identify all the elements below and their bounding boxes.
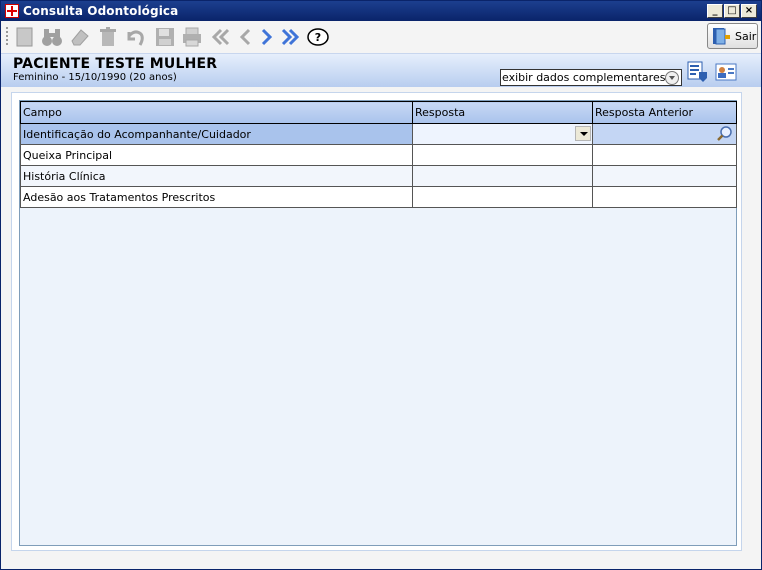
table-row[interactable]: Adesão aos Tratamentos Prescritos: [20, 186, 737, 208]
eraser-icon[interactable]: [69, 26, 91, 48]
user-card-icon[interactable]: [715, 61, 737, 83]
cell-campo[interactable]: Queixa Principal: [20, 144, 413, 166]
svg-text:?: ?: [315, 31, 321, 44]
toolbar-grip[interactable]: [6, 27, 9, 45]
exit-button[interactable]: Sair: [707, 23, 758, 49]
header-row: Campo Resposta Resposta Anterior: [20, 101, 737, 124]
maximize-button[interactable]: □: [724, 4, 740, 18]
chevron-down-icon[interactable]: [665, 71, 679, 85]
complement-data-value: exibir dados complementares...: [502, 71, 676, 84]
document-shield-icon[interactable]: [685, 60, 709, 84]
table-row[interactable]: Identificação do Acompanhante/Cuidador: [20, 123, 737, 145]
new-icon[interactable]: [14, 26, 36, 48]
cell-resposta[interactable]: [412, 165, 593, 187]
print-icon[interactable]: [181, 26, 203, 48]
undo-icon[interactable]: [124, 26, 146, 48]
exit-button-label: Sair: [735, 30, 757, 43]
help-icon[interactable]: ?: [307, 26, 329, 48]
complement-data-select[interactable]: exibir dados complementares...: [500, 69, 682, 86]
cell-resposta[interactable]: [412, 144, 593, 166]
patient-info: Feminino - 15/10/1990 (20 anos): [13, 72, 177, 83]
column-header-resposta-anterior[interactable]: Resposta Anterior: [592, 101, 737, 124]
cell-resposta-anterior[interactable]: [592, 144, 737, 166]
exit-door-icon: [711, 26, 731, 46]
cell-campo[interactable]: Adesão aos Tratamentos Prescritos: [20, 186, 413, 208]
cell-resposta-anterior[interactable]: [592, 165, 737, 187]
patient-header: PACIENTE TESTE MULHER Feminino - 15/10/1…: [1, 53, 761, 87]
cell-resposta[interactable]: [412, 123, 593, 145]
questionnaire-table: Campo Resposta Resposta Anterior Identif…: [20, 101, 737, 208]
next-icon[interactable]: [256, 26, 278, 48]
cell-resposta-anterior[interactable]: [592, 123, 737, 145]
title-bar[interactable]: Consulta Odontológica _ □ ×: [1, 1, 761, 21]
column-header-resposta[interactable]: Resposta: [412, 101, 593, 124]
window-title: Consulta Odontológica: [23, 4, 179, 18]
table-row[interactable]: Queixa Principal: [20, 144, 737, 166]
cell-campo[interactable]: Identificação do Acompanhante/Cuidador: [20, 123, 413, 145]
table-row[interactable]: História Clínica: [20, 165, 737, 187]
cell-resposta[interactable]: [412, 186, 593, 208]
patient-name: PACIENTE TESTE MULHER: [13, 56, 218, 72]
save-icon[interactable]: [154, 26, 176, 48]
magnifier-icon[interactable]: [716, 125, 734, 143]
content-panel: Campo Resposta Resposta Anterior Identif…: [11, 92, 742, 551]
app-cross-icon: [5, 4, 19, 18]
search-binoculars-icon[interactable]: [41, 26, 63, 48]
first-icon[interactable]: [210, 26, 232, 48]
close-button[interactable]: ×: [741, 4, 757, 18]
column-header-campo[interactable]: Campo: [20, 101, 413, 124]
minimize-button[interactable]: _: [707, 4, 723, 18]
questionnaire-grid: Campo Resposta Resposta Anterior Identif…: [19, 100, 737, 546]
trash-icon[interactable]: [97, 26, 119, 48]
app-window: Consulta Odontológica _ □ × ? Sair PACIE…: [0, 0, 762, 570]
cell-campo[interactable]: História Clínica: [20, 165, 413, 187]
cell-resposta-anterior[interactable]: [592, 186, 737, 208]
toolbar: ?: [1, 21, 761, 53]
previous-icon[interactable]: [235, 26, 257, 48]
dropdown-arrow-icon[interactable]: [575, 126, 591, 141]
last-icon[interactable]: [279, 26, 301, 48]
